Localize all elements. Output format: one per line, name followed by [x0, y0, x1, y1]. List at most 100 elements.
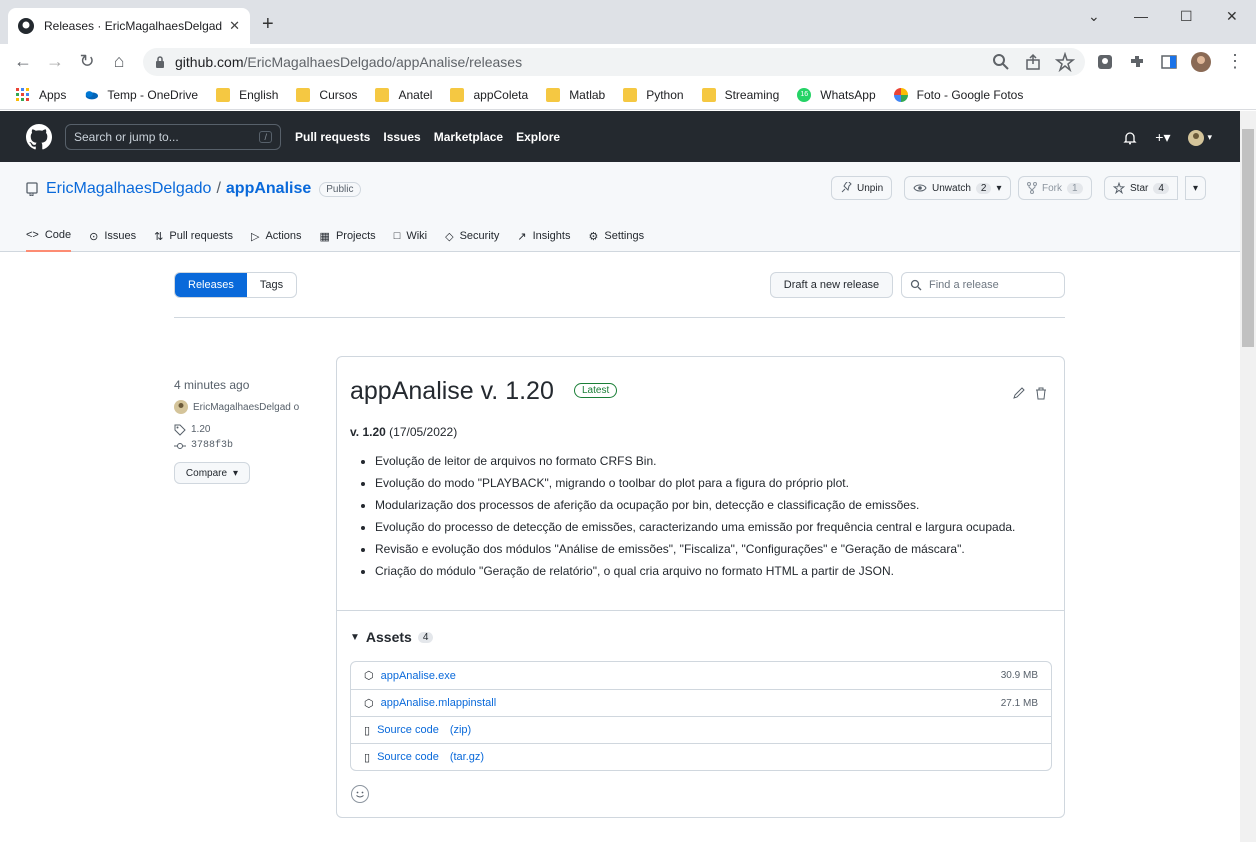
reload-icon[interactable]: ↻ [77, 51, 97, 71]
chevron-down-icon[interactable]: ⌄ [1088, 8, 1100, 25]
release-tag-link[interactable]: 1.20 [174, 424, 304, 436]
release-title[interactable]: appAnalise v. 1.20 [350, 377, 554, 406]
extension-icon[interactable] [1095, 52, 1115, 72]
profile-avatar-icon[interactable] [1191, 52, 1211, 72]
chevron-down-icon: ▾ [996, 182, 1002, 194]
bookmark-streaming[interactable]: Streaming [701, 87, 779, 102]
tab-settings[interactable]: ⚙ Settings [588, 220, 644, 252]
share-icon[interactable] [1023, 52, 1043, 72]
pencil-icon[interactable] [1012, 387, 1025, 400]
bookmark-appcoleta[interactable]: appColeta [450, 87, 528, 102]
find-release-input[interactable]: Find a release [901, 272, 1065, 298]
graph-icon: ↗ [517, 230, 527, 243]
search-shortcut-key: / [259, 130, 272, 143]
bookmark-anatel[interactable]: Anatel [375, 87, 432, 102]
new-tab-icon[interactable]: + [262, 14, 274, 34]
bookmark-google-fotos[interactable]: Foto - Google Fotos [893, 87, 1023, 102]
nav-explore[interactable]: Explore [516, 130, 560, 144]
back-icon[interactable]: ← [13, 51, 33, 71]
page-scrollbar[interactable] [1240, 111, 1256, 842]
compare-button[interactable]: Compare ▾ [174, 462, 250, 484]
browser-tab[interactable]: Releases · EricMagalhaesDelgado ✕ [8, 8, 250, 44]
asset-row[interactable]: ⬡ appAnalise.mlappinstall 27.1 MB [351, 689, 1051, 716]
scrollbar-thumb[interactable] [1242, 129, 1254, 347]
trash-icon[interactable] [1035, 387, 1047, 400]
release-card: appAnalise v. 1.20 Latest v. 1.20 (17/05… [336, 356, 1065, 818]
bookmark-whatsapp[interactable]: 16 WhatsApp [797, 87, 876, 102]
tab-pull-requests[interactable]: ⇅ Pull requests [154, 220, 233, 252]
repo-owner-link[interactable]: EricMagalhaesDelgado [46, 180, 211, 198]
assets-toggle[interactable]: ▼ Assets 4 [350, 629, 434, 645]
folder-icon [546, 87, 561, 102]
forward-icon[interactable]: → [45, 51, 65, 71]
star-list-dropdown[interactable]: ▾ [1185, 176, 1207, 200]
tab-code[interactable]: <> Code [26, 220, 72, 252]
github-logo-icon[interactable] [26, 123, 52, 150]
package-icon: ⬡ [364, 670, 374, 682]
unwatch-button[interactable]: Unwatch 2 ▾ [904, 176, 1011, 200]
asset-row[interactable]: ▯ Source code (zip) [351, 716, 1051, 743]
bookmark-apps[interactable]: Apps [16, 87, 66, 102]
visibility-badge: Public [319, 181, 361, 197]
side-panel-icon[interactable] [1159, 52, 1179, 72]
folder-icon [450, 87, 465, 102]
star-button[interactable]: Star 4 [1104, 176, 1178, 200]
nav-issues[interactable]: Issues [383, 130, 420, 144]
tab-issues[interactable]: ⊙ Issues [89, 220, 136, 252]
bookmark-cursos[interactable]: Cursos [296, 87, 357, 102]
star-icon [1113, 182, 1125, 194]
address-bar[interactable]: github.com/EricMagalhaesDelgado/appAnali… [143, 48, 1085, 76]
tab-projects[interactable]: ▦ Projects [320, 220, 376, 252]
folder-icon [623, 87, 638, 102]
minimize-icon[interactable]: — [1134, 8, 1148, 24]
lock-icon [156, 56, 164, 68]
onedrive-cloud-icon [86, 90, 99, 99]
file-zip-icon: ▯ [364, 724, 371, 737]
bookmark-python[interactable]: Python [623, 87, 684, 102]
author-avatar-icon [174, 400, 188, 414]
bell-icon[interactable] [1123, 131, 1137, 145]
tab-security[interactable]: ◇ Security [445, 220, 499, 252]
browser-menu-icon[interactable]: ⋮ [1225, 51, 1245, 71]
pull-request-icon: ⇅ [154, 230, 164, 243]
fork-button[interactable]: Fork 1 [1018, 176, 1092, 200]
tab-releases[interactable]: Releases [175, 273, 247, 297]
releases-subnav: Releases Tags [174, 272, 298, 298]
home-icon[interactable]: ⌂ [109, 51, 129, 71]
card-divider [337, 610, 1064, 611]
tab-actions[interactable]: ▷ Actions [251, 220, 302, 252]
apps-grid-icon [16, 87, 29, 101]
github-favicon-icon [18, 18, 34, 34]
bookmark-matlab[interactable]: Matlab [546, 87, 605, 102]
close-tab-icon[interactable]: ✕ [229, 18, 240, 34]
fork-icon [1027, 182, 1037, 194]
repo-name-link[interactable]: appAnalise [226, 180, 311, 198]
bookmark-english[interactable]: English [216, 87, 278, 102]
asset-row[interactable]: ▯ Source code (tar.gz) [351, 743, 1051, 770]
nav-pull-requests[interactable]: Pull requests [295, 130, 370, 144]
user-avatar-menu[interactable]: ▾ [1188, 129, 1212, 146]
unpin-button[interactable]: Unpin [831, 176, 893, 200]
tab-wiki[interactable]: □ Wiki [394, 220, 427, 252]
release-version-line: v. 1.20 (17/05/2022) [350, 425, 458, 439]
nav-marketplace[interactable]: Marketplace [434, 130, 503, 144]
triangle-down-icon: ▼ [350, 631, 360, 643]
window-close-icon[interactable]: ✕ [1226, 8, 1238, 25]
url-host: github.com [175, 54, 244, 70]
release-commit-link[interactable]: 3788f3b [174, 440, 304, 452]
code-icon: <> [26, 229, 39, 241]
draft-release-button[interactable]: Draft a new release [770, 272, 893, 298]
tab-insights[interactable]: ↗ Insights [517, 220, 570, 252]
release-author[interactable]: EricMagalhaesDelgad o [174, 400, 304, 416]
tab-tags[interactable]: Tags [247, 273, 296, 297]
smiley-reaction-icon[interactable] [351, 785, 369, 803]
asset-row[interactable]: ⬡ appAnalise.exe 30.9 MB [351, 662, 1051, 689]
bookmark-temp-onedrive[interactable]: Temp - OneDrive [84, 88, 198, 102]
github-search-input[interactable]: Search or jump to... / [65, 123, 281, 150]
breadcrumb: EricMagalhaesDelgado / appAnalise Public [26, 180, 361, 198]
puzzle-icon[interactable] [1127, 52, 1147, 72]
maximize-icon[interactable]: ☐ [1180, 8, 1193, 25]
create-new-icon[interactable]: +▾ [1155, 129, 1170, 146]
bookmark-star-icon[interactable] [1055, 52, 1075, 72]
zoom-icon[interactable] [991, 52, 1011, 72]
